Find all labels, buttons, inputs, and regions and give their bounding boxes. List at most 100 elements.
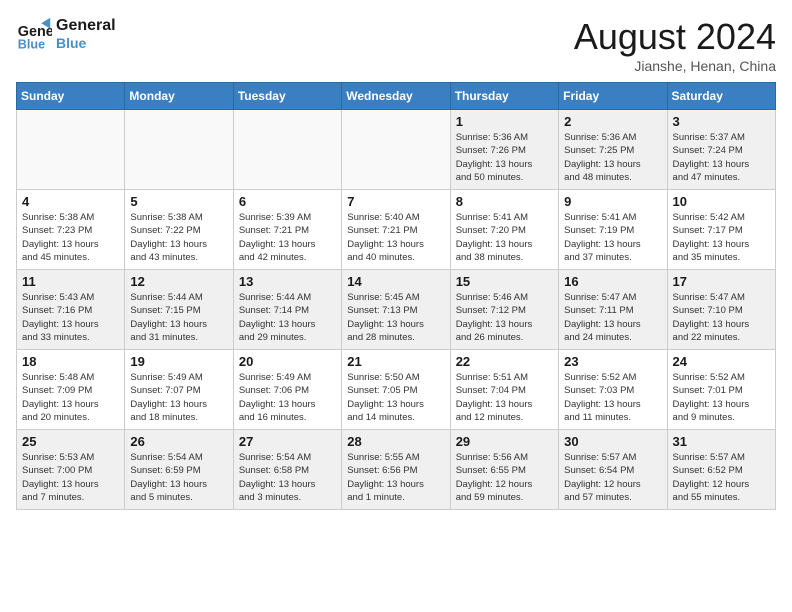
day-info: Sunrise: 5:46 AM Sunset: 7:12 PM Dayligh… [456,291,553,344]
weekday-header-sunday: Sunday [17,83,125,110]
month-title: August 2024 [574,16,776,58]
svg-text:Blue: Blue [18,37,45,51]
day-number: 19 [130,354,227,369]
weekday-header-friday: Friday [559,83,667,110]
day-cell: 30 Sunrise: 5:57 AM Sunset: 6:54 PM Dayli… [559,430,667,510]
week-row-1: 1 Sunrise: 5:36 AM Sunset: 7:26 PM Daylig… [17,110,776,190]
location: Jianshe, Henan, China [574,58,776,74]
day-number: 22 [456,354,553,369]
day-cell: 31 Sunrise: 5:57 AM Sunset: 6:52 PM Dayli… [667,430,775,510]
day-info: Sunrise: 5:49 AM Sunset: 7:06 PM Dayligh… [239,371,336,424]
day-info: Sunrise: 5:44 AM Sunset: 7:14 PM Dayligh… [239,291,336,344]
day-cell: 11 Sunrise: 5:43 AM Sunset: 7:16 PM Dayli… [17,270,125,350]
day-number: 21 [347,354,444,369]
week-row-2: 4 Sunrise: 5:38 AM Sunset: 7:23 PM Daylig… [17,190,776,270]
logo-line2: Blue [56,35,116,52]
day-cell: 19 Sunrise: 5:49 AM Sunset: 7:07 PM Dayli… [125,350,233,430]
day-info: Sunrise: 5:57 AM Sunset: 6:52 PM Dayligh… [673,451,770,504]
day-cell: 17Sunrise: 5:47 AM Sunset: 7:10 PM Dayli… [667,270,775,350]
day-cell: 2Sunrise: 5:36 AM Sunset: 7:25 PM Daylig… [559,110,667,190]
week-row-5: 25Sunrise: 5:53 AM Sunset: 7:00 PM Dayli… [17,430,776,510]
day-number: 3 [673,114,770,129]
day-info: Sunrise: 5:38 AM Sunset: 7:23 PM Dayligh… [22,211,119,264]
day-info: Sunrise: 5:53 AM Sunset: 7:00 PM Dayligh… [22,451,119,504]
day-cell: 24 Sunrise: 5:52 AM Sunset: 7:01 PM Dayli… [667,350,775,430]
title-block: August 2024 Jianshe, Henan, China [574,16,776,74]
day-info: Sunrise: 5:36 AM Sunset: 7:26 PM Dayligh… [456,131,553,184]
day-number: 31 [673,434,770,449]
day-cell: 5Sunrise: 5:38 AM Sunset: 7:22 PM Daylig… [125,190,233,270]
day-number: 10 [673,194,770,209]
day-number: 15 [456,274,553,289]
day-cell: 7 Sunrise: 5:40 AM Sunset: 7:21 PM Daylig… [342,190,450,270]
calendar-table: SundayMondayTuesdayWednesdayThursdayFrid… [16,82,776,510]
week-row-3: 11 Sunrise: 5:43 AM Sunset: 7:16 PM Dayli… [17,270,776,350]
day-cell: 6 Sunrise: 5:39 AM Sunset: 7:21 PM Daylig… [233,190,341,270]
day-cell: 13 Sunrise: 5:44 AM Sunset: 7:14 PM Dayli… [233,270,341,350]
day-number: 30 [564,434,661,449]
day-info: Sunrise: 5:54 AM Sunset: 6:59 PM Dayligh… [130,451,227,504]
day-cell: 29Sunrise: 5:56 AM Sunset: 6:55 PM Dayli… [450,430,558,510]
day-info: Sunrise: 5:40 AM Sunset: 7:21 PM Dayligh… [347,211,444,264]
day-info: Sunrise: 5:54 AM Sunset: 6:58 PM Dayligh… [239,451,336,504]
day-cell: 16Sunrise: 5:47 AM Sunset: 7:11 PM Dayli… [559,270,667,350]
day-number: 26 [130,434,227,449]
weekday-header-thursday: Thursday [450,83,558,110]
day-number: 27 [239,434,336,449]
day-number: 23 [564,354,661,369]
day-cell: 27 Sunrise: 5:54 AM Sunset: 6:58 PM Dayli… [233,430,341,510]
day-info: Sunrise: 5:49 AM Sunset: 7:07 PM Dayligh… [130,371,227,424]
day-number: 13 [239,274,336,289]
day-cell: 9 Sunrise: 5:41 AM Sunset: 7:19 PM Daylig… [559,190,667,270]
day-info: Sunrise: 5:57 AM Sunset: 6:54 PM Dayligh… [564,451,661,504]
day-number: 24 [673,354,770,369]
day-cell [342,110,450,190]
day-cell: 18 Sunrise: 5:48 AM Sunset: 7:09 PM Dayli… [17,350,125,430]
day-info: Sunrise: 5:42 AM Sunset: 7:17 PM Dayligh… [673,211,770,264]
day-info: Sunrise: 5:43 AM Sunset: 7:16 PM Dayligh… [22,291,119,344]
day-info: Sunrise: 5:39 AM Sunset: 7:21 PM Dayligh… [239,211,336,264]
day-cell: 20Sunrise: 5:49 AM Sunset: 7:06 PM Dayli… [233,350,341,430]
day-info: Sunrise: 5:38 AM Sunset: 7:22 PM Dayligh… [130,211,227,264]
day-cell: 10 Sunrise: 5:42 AM Sunset: 7:17 PM Dayli… [667,190,775,270]
day-info: Sunrise: 5:41 AM Sunset: 7:20 PM Dayligh… [456,211,553,264]
weekday-header-monday: Monday [125,83,233,110]
day-number: 6 [239,194,336,209]
day-cell: 4 Sunrise: 5:38 AM Sunset: 7:23 PM Daylig… [17,190,125,270]
day-info: Sunrise: 5:52 AM Sunset: 7:01 PM Dayligh… [673,371,770,424]
day-number: 9 [564,194,661,209]
day-info: Sunrise: 5:41 AM Sunset: 7:19 PM Dayligh… [564,211,661,264]
weekday-header-tuesday: Tuesday [233,83,341,110]
day-info: Sunrise: 5:55 AM Sunset: 6:56 PM Dayligh… [347,451,444,504]
logo-icon: General Blue [16,16,52,52]
day-cell: 28 Sunrise: 5:55 AM Sunset: 6:56 PM Dayli… [342,430,450,510]
day-info: Sunrise: 5:37 AM Sunset: 7:24 PM Dayligh… [673,131,770,184]
day-number: 4 [22,194,119,209]
day-cell: 8Sunrise: 5:41 AM Sunset: 7:20 PM Daylig… [450,190,558,270]
day-info: Sunrise: 5:48 AM Sunset: 7:09 PM Dayligh… [22,371,119,424]
day-cell [125,110,233,190]
day-cell: 26 Sunrise: 5:54 AM Sunset: 6:59 PM Dayli… [125,430,233,510]
day-info: Sunrise: 5:52 AM Sunset: 7:03 PM Dayligh… [564,371,661,424]
day-info: Sunrise: 5:44 AM Sunset: 7:15 PM Dayligh… [130,291,227,344]
day-number: 11 [22,274,119,289]
day-number: 1 [456,114,553,129]
day-number: 28 [347,434,444,449]
weekday-header-row: SundayMondayTuesdayWednesdayThursdayFrid… [17,83,776,110]
day-cell: 12 Sunrise: 5:44 AM Sunset: 7:15 PM Dayli… [125,270,233,350]
day-number: 14 [347,274,444,289]
weekday-header-saturday: Saturday [667,83,775,110]
day-cell [17,110,125,190]
page-header: General Blue General Blue August 2024 Ji… [16,16,776,74]
day-number: 18 [22,354,119,369]
day-number: 7 [347,194,444,209]
day-info: Sunrise: 5:47 AM Sunset: 7:11 PM Dayligh… [564,291,661,344]
day-info: Sunrise: 5:47 AM Sunset: 7:10 PM Dayligh… [673,291,770,344]
day-number: 12 [130,274,227,289]
day-cell: 15 Sunrise: 5:46 AM Sunset: 7:12 PM Dayli… [450,270,558,350]
day-cell: 25Sunrise: 5:53 AM Sunset: 7:00 PM Dayli… [17,430,125,510]
weekday-header-wednesday: Wednesday [342,83,450,110]
day-cell: 21Sunrise: 5:50 AM Sunset: 7:05 PM Dayli… [342,350,450,430]
day-cell: 1 Sunrise: 5:36 AM Sunset: 7:26 PM Daylig… [450,110,558,190]
day-info: Sunrise: 5:56 AM Sunset: 6:55 PM Dayligh… [456,451,553,504]
